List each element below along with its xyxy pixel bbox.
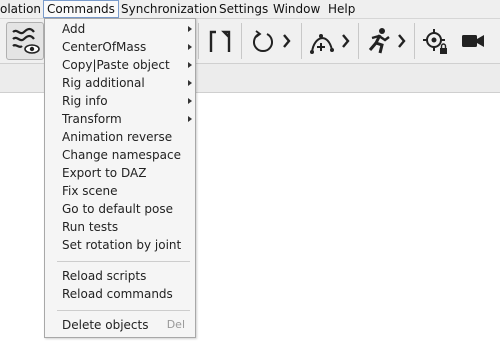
bracket-frame-button[interactable] [200,19,240,63]
menu-item-label: Go to default pose [62,202,173,216]
menu-item-change-namespace[interactable]: Change namespace [45,146,195,164]
rotate-cycle-button[interactable] [245,19,297,63]
menu-item-fix-scene[interactable]: Fix scene [45,182,195,200]
menu-item-label: Fix scene [62,184,118,198]
menu-item-label: Rig additional [62,76,145,90]
menu-item-label: Add [62,22,86,36]
toolbar-separator [301,23,302,59]
submenu-arrow-icon [188,116,192,122]
menu-window[interactable]: Window [270,0,323,18]
menu-separator [57,310,190,311]
add-curve-point-button[interactable] [304,19,356,63]
menu-item-label: Run tests [62,220,119,234]
menu-item-label: Export to DAZ [62,166,147,180]
menu-bar: olation Commands Synchronization Setting… [0,0,500,19]
toolbar-separator [414,23,415,59]
menu-item-label: Reload scripts [62,269,147,283]
menu-item-label: Reload commands [62,287,173,301]
menu-item-run-tests[interactable]: Run tests [45,218,195,236]
rig-display-toggle-button[interactable] [6,22,44,60]
menu-item-center-of-mass[interactable]: CenterOfMass [45,38,195,56]
toolbar-separator [198,23,199,59]
rig-display-toggle-icon [12,27,40,54]
menu-item-label: Animation reverse [62,130,173,144]
menu-item-label: Delete objects [62,318,149,332]
menu-item-label: Transform [62,112,122,126]
menu-item-rig-info[interactable]: Rig info [45,92,195,110]
menu-interpolation[interactable]: olation [0,0,44,18]
menu-help[interactable]: Help [325,0,358,18]
menu-item-go-to-default-pose[interactable]: Go to default pose [45,200,195,218]
menu-item-label: Copy|Paste object [62,58,170,72]
menu-item-animation-reverse[interactable]: Animation reverse [45,128,195,146]
toolbar-separator [358,23,359,59]
menu-item-delete-objects[interactable]: Delete objects Del [45,316,195,334]
submenu-arrow-icon [188,98,192,104]
menu-item-label: CenterOfMass [62,40,147,54]
menu-item-reload-commands[interactable]: Reload commands [45,285,195,303]
bracket-frame-icon [209,30,231,52]
menu-synchronization[interactable]: Synchronization [118,0,220,18]
submenu-arrow-icon [188,44,192,50]
add-curve-point-icon [310,34,350,54]
camera-button[interactable] [457,19,489,63]
locked-target-icon [423,29,447,54]
camera-icon [462,35,484,47]
running-man-icon [368,28,406,54]
submenu-arrow-icon [188,62,192,68]
menu-item-label: Set rotation by joint [62,238,182,252]
menu-item-copy-paste-object[interactable]: Copy|Paste object [45,56,195,74]
submenu-arrow-icon [188,26,192,32]
commands-dropdown-menu: Add CenterOfMass Copy|Paste object Rig a… [44,18,196,338]
animation-button[interactable] [361,19,411,63]
menu-item-add[interactable]: Add [45,20,195,38]
menu-item-label: Change namespace [62,148,181,162]
menu-item-reload-scripts[interactable]: Reload scripts [45,267,195,285]
menu-item-label: Rig info [62,94,108,108]
shortcut-label: Del [166,318,185,331]
submenu-arrow-icon [188,80,192,86]
menu-item-export-to-daz[interactable]: Export to DAZ [45,164,195,182]
toolbar-separator [241,23,242,59]
menu-separator [57,261,190,262]
menu-item-rig-additional[interactable]: Rig additional [45,74,195,92]
menu-settings[interactable]: Settings [216,0,271,18]
rotate-cycle-icon [253,30,291,53]
menu-item-transform[interactable]: Transform [45,110,195,128]
locked-target-button[interactable] [418,19,452,63]
menu-item-set-rotation-by-joint[interactable]: Set rotation by joint [45,236,195,254]
menu-commands[interactable]: Commands [43,0,119,18]
